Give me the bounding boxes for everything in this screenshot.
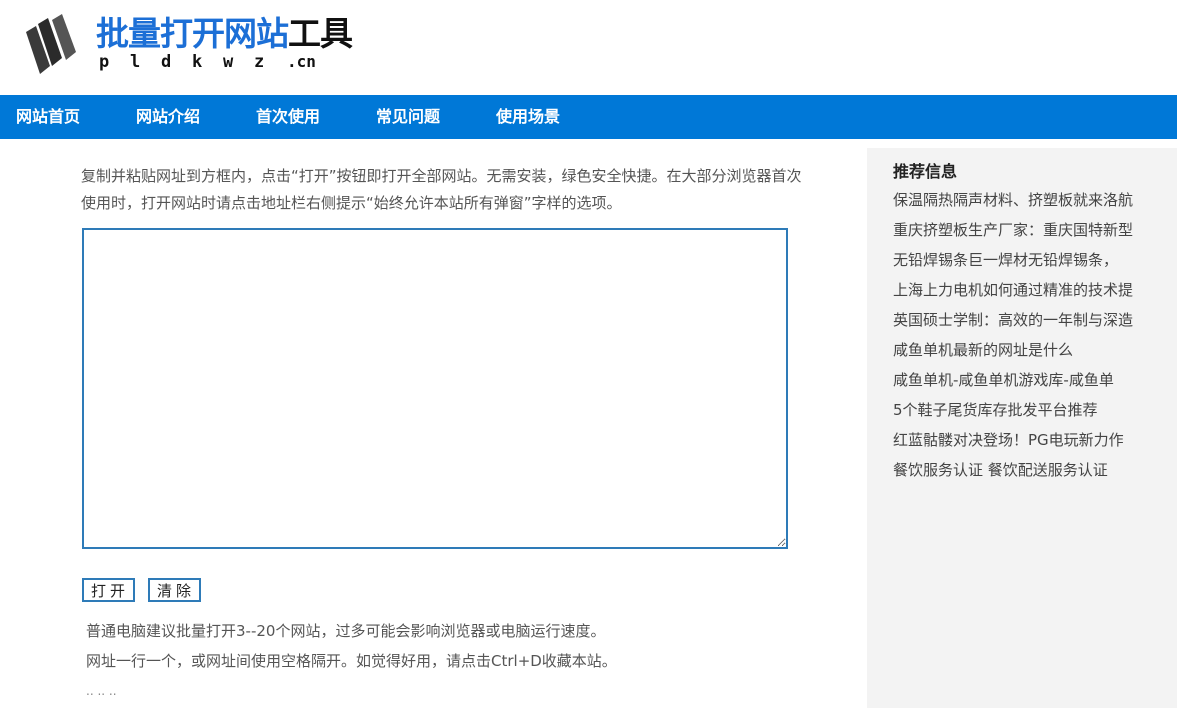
url-input[interactable]: [82, 228, 788, 549]
recommend-item[interactable]: 5个鞋子尾货库存批发平台推荐: [893, 395, 1153, 425]
nav-item-faq[interactable]: 常见问题: [376, 95, 440, 139]
logo-subtitle: p l d k w z .cn: [99, 52, 316, 72]
logo-title[interactable]: 批量打开网站工具: [96, 14, 353, 54]
logo-sub-letter: l: [130, 52, 141, 72]
recommend-item[interactable]: 红蓝骷髅对决登场！PG电玩新力作: [893, 425, 1153, 455]
recommend-sidebar: 推荐信息 保温隔热隔声材料、挤塑板就来洛航 重庆挤塑板生产厂家：重庆国特新型 无…: [867, 148, 1177, 708]
header: 批量打开网站工具 p l d k w z .cn: [0, 0, 1177, 95]
recommend-item[interactable]: 上海上力电机如何通过精准的技术提: [893, 275, 1153, 305]
nav-item-scenarios[interactable]: 使用场景: [496, 95, 560, 139]
logo-sub-domain: .cn: [287, 52, 316, 71]
recommend-list: 保温隔热隔声材料、挤塑板就来洛航 重庆挤塑板生产厂家：重庆国特新型 无铅焊锡条巨…: [893, 185, 1153, 485]
logo-sub-letter: p: [99, 52, 110, 72]
note-line: 网址一行一个，或网址间使用空格隔开。如觉得好用，请点击Ctrl+D收藏本站。: [86, 652, 617, 670]
logo-icon: [26, 14, 76, 74]
recommend-item[interactable]: 咸鱼单机最新的网址是什么: [893, 335, 1153, 365]
note-line: 普通电脑建议批量打开3--20个网站，过多可能会影响浏览器或电脑运行速度。: [86, 622, 606, 640]
sidebar-title: 推荐信息: [893, 162, 958, 181]
recommend-item[interactable]: 保温隔热隔声材料、挤塑板就来洛航: [893, 185, 1153, 215]
main-nav: 网站首页 网站介绍 首次使用 常见问题 使用场景: [0, 95, 1177, 139]
open-button[interactable]: 打开: [82, 578, 136, 602]
usage-notes: 普通电脑建议批量打开3--20个网站，过多可能会影响浏览器或电脑运行速度。 网址…: [86, 616, 826, 706]
recommend-item[interactable]: 餐饮服务认证 餐饮配送服务认证: [893, 455, 1153, 485]
nav-item-first-use[interactable]: 首次使用: [256, 95, 320, 139]
recommend-item[interactable]: 咸鱼单机-咸鱼单机游戏库-咸鱼单: [893, 365, 1153, 395]
recommend-item[interactable]: 英国硕士学制：高效的一年制与深造: [893, 305, 1153, 335]
logo-sub-letter: d: [161, 52, 172, 72]
recommend-item[interactable]: 重庆挤塑板生产厂家：重庆国特新型: [893, 215, 1153, 245]
intro-text: 复制并粘贴网址到方框内，点击“打开”按钮即打开全部网站。无需安装，绿色安全快捷。…: [81, 167, 802, 212]
recommend-item[interactable]: 无铅焊锡条巨一焊材无铅焊锡条，: [893, 245, 1153, 275]
logo-sub-letter: k: [192, 52, 203, 72]
clear-button[interactable]: 清除: [148, 578, 202, 602]
logo-sub-letter: w: [223, 52, 234, 72]
nav-item-about[interactable]: 网站介绍: [136, 95, 200, 139]
logo-sub-letter: z: [254, 52, 265, 72]
logo-title-blue: 批量打开网站: [96, 14, 289, 53]
nav-item-home[interactable]: 网站首页: [16, 95, 80, 139]
logo-title-dark: 工具: [288, 14, 353, 53]
